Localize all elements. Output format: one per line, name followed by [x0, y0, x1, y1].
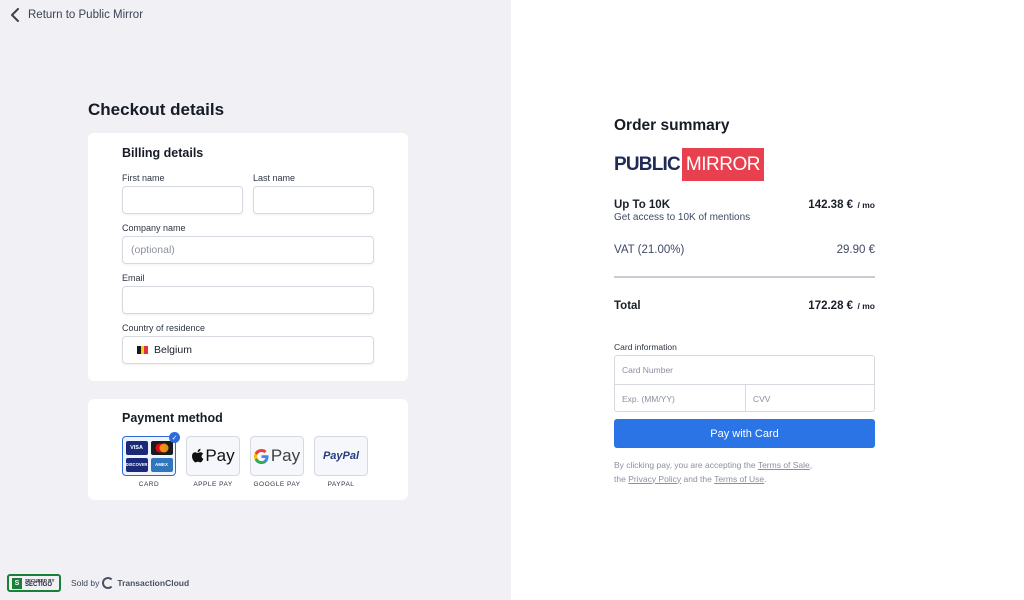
legal-text-2: the [614, 473, 626, 484]
plan-name: Up To 10K [614, 199, 671, 211]
apple-pay-option[interactable]: Pay [186, 436, 240, 476]
card-info-box [614, 355, 875, 412]
card-brands-icon: VISA DISCOVER AMEX [125, 440, 173, 472]
card-option-label: CARD [138, 481, 160, 488]
amex-icon: AMEX [150, 457, 173, 472]
discover-icon: DISCOVER [125, 457, 148, 472]
sectigo-badge: S SECURED BY SECTIGO [7, 574, 61, 592]
google-pay-option[interactable]: Pay [250, 436, 304, 476]
paypal-option[interactable]: PayPal [314, 436, 368, 476]
google-pay-text: Pay [270, 446, 301, 465]
mastercard-icon [150, 440, 173, 455]
sold-by-label: Sold by [71, 578, 100, 588]
checkout-panel: Return to Public Mirror Checkout details… [0, 0, 511, 600]
terms-of-use-link[interactable]: Terms of Use [714, 474, 764, 484]
apple-icon [192, 448, 204, 463]
billing-details-card: Billing details First name Last name Com… [88, 133, 408, 381]
sectigo-s-icon: S [12, 577, 22, 589]
company-field[interactable] [122, 236, 374, 264]
seller-info: Sold by TransactionCloud [71, 577, 189, 589]
total-per-month: / mo [857, 301, 875, 311]
plan-price: 142.38 € [808, 199, 854, 211]
email-label: Email [122, 273, 145, 283]
cvv-input[interactable] [746, 385, 874, 412]
vat-value: 29.90 € [836, 244, 875, 256]
return-link[interactable]: Return to Public Mirror [10, 8, 143, 22]
privacy-policy-link[interactable]: Privacy Policy [628, 474, 681, 484]
plan-per-month: / mo [857, 200, 875, 210]
total-label: Total [614, 300, 641, 312]
payment-method-card: Payment method VISA DISCOVER AMEX ✓ CARD… [88, 399, 408, 500]
card-info-label: Card information [614, 342, 677, 352]
seller-name: TransactionCloud [117, 578, 190, 588]
card-number-input[interactable] [615, 356, 874, 384]
logo-public: PUBLIC [614, 153, 681, 175]
country-label: Country of residence [122, 323, 206, 333]
vat-row: VAT (21.00%) 29.90 € [614, 244, 875, 256]
google-pay-label: GOOGLE PAY [253, 481, 301, 488]
belgium-flag-icon [137, 346, 149, 354]
billing-title: Billing details [122, 146, 204, 160]
email-field[interactable] [122, 286, 374, 314]
paypal-label: PAYPAL [327, 481, 355, 488]
summary-divider [614, 276, 875, 278]
plan-row: Up To 10K 142.38 € / mo [614, 195, 875, 213]
last-name-field[interactable] [253, 186, 374, 214]
badge-line2: SECTIGO [25, 582, 53, 588]
country-select[interactable]: Belgium [122, 336, 374, 364]
company-label: Company name [122, 223, 186, 233]
total-value: 172.28 € [808, 300, 854, 312]
logo-mirror: MIRROR [681, 148, 764, 181]
apple-pay-text: Pay [205, 446, 235, 465]
legal-text-3: and the [683, 473, 712, 484]
expiry-input[interactable] [615, 385, 745, 412]
public-mirror-logo: PUBLIC MIRROR [614, 148, 764, 181]
total-row: Total 172.28 € / mo [614, 296, 875, 314]
legal-text: By clicking pay, you are accepting the T… [614, 460, 813, 484]
vat-label: VAT (21.00%) [614, 244, 685, 256]
transactioncloud-icon [102, 577, 115, 589]
last-name-label: Last name [253, 173, 296, 183]
visa-icon: VISA [125, 440, 148, 455]
first-name-field[interactable] [122, 186, 243, 214]
pay-with-card-button[interactable]: Pay with Card [614, 419, 875, 448]
summary-title: Order summary [614, 117, 730, 134]
google-g-icon [253, 448, 269, 464]
order-summary-panel: Order summary PUBLIC MIRROR Up To 10K 14… [511, 0, 1024, 600]
apple-pay-label: APPLE PAY [193, 481, 233, 488]
page-title: Checkout details [88, 100, 225, 119]
footer: S SECURED BY SECTIGO Sold by Transaction… [7, 574, 189, 592]
return-link-label: Return to Public Mirror [28, 9, 144, 21]
plan-description: Get access to 10K of mentions [614, 212, 751, 223]
terms-of-sale-link[interactable]: Terms of Sale [758, 460, 810, 470]
country-value: Belgium [154, 344, 192, 356]
paypal-logo-text: PayPal [322, 450, 360, 462]
selected-check-icon: ✓ [169, 432, 180, 443]
card-option[interactable]: VISA DISCOVER AMEX ✓ [122, 432, 180, 476]
payment-title: Payment method [122, 411, 223, 425]
legal-text-1: By clicking pay, you are accepting the [614, 460, 756, 470]
first-name-label: First name [122, 173, 165, 183]
chevron-left-icon [11, 8, 19, 22]
